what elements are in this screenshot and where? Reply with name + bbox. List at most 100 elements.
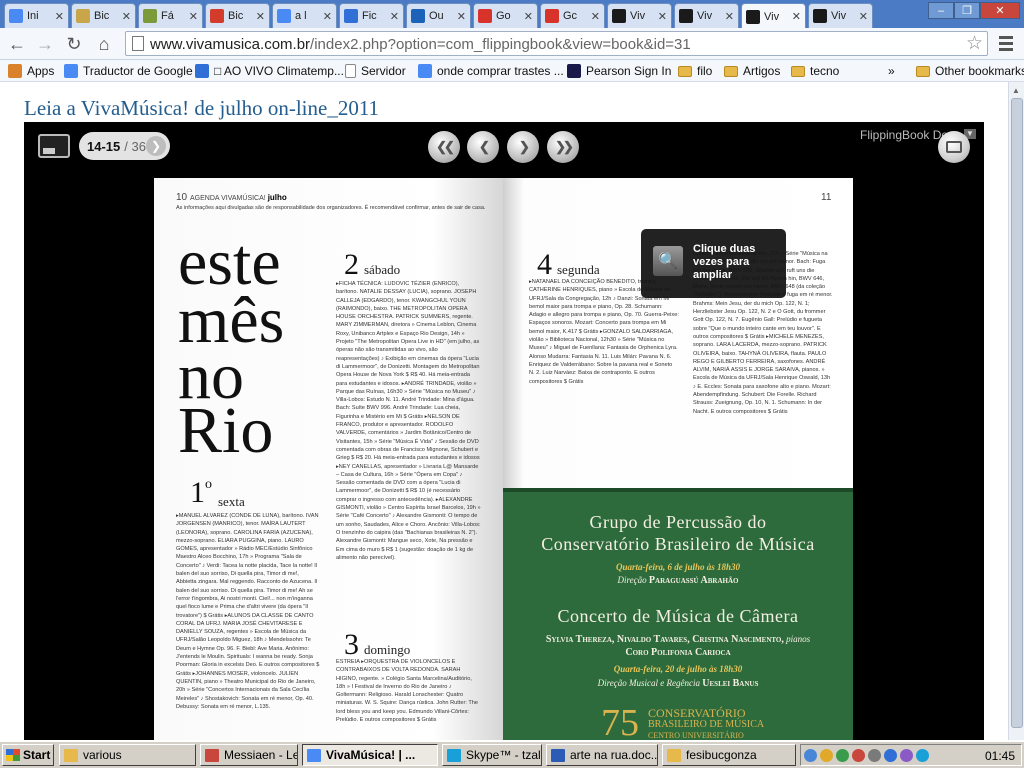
outlook-icon (411, 9, 425, 23)
reload-button[interactable]: ↻ (62, 32, 86, 56)
tab-11[interactable]: Viv ✕ (741, 3, 806, 29)
event-listing: ▸FICHA TÉCNICA: LUDOVIC TÉZIER (ENRICO),… (336, 281, 481, 561)
tab-close-icon[interactable]: ✕ (256, 10, 265, 23)
thumbnails-icon (43, 148, 55, 154)
tab-3[interactable]: Bic ✕ (205, 3, 270, 28)
puzzle-icon (143, 9, 157, 23)
tab-close-icon[interactable]: ✕ (725, 10, 734, 23)
ad-title: Conservatório Brasileiro de Música (541, 534, 815, 554)
tab-2[interactable]: Fá ✕ (138, 3, 203, 28)
update-icon[interactable] (836, 748, 849, 762)
tab-5[interactable]: Fic ✕ (339, 3, 404, 28)
tab-1[interactable]: Bic ✕ (71, 3, 136, 28)
tab-8[interactable]: Gc ✕ (540, 3, 605, 28)
home-button[interactable]: ⌂ (92, 32, 116, 56)
bookmark-6[interactable]: filo (678, 62, 712, 80)
taskbar-item-4[interactable]: arte na rua.doc... (546, 744, 658, 766)
last-page-button[interactable]: ❯❯ (547, 131, 579, 163)
magnifier-icon: 🔍 (653, 246, 683, 276)
first-page-button[interactable]: ❮❮ (428, 131, 460, 163)
tab-close-icon[interactable]: ✕ (189, 10, 198, 23)
close-icon: ✕ (995, 5, 1005, 17)
tab-10[interactable]: Viv ✕ (674, 3, 739, 28)
tab-close-icon[interactable]: ✕ (457, 10, 466, 23)
scrollbar-thumb[interactable] (1011, 98, 1023, 728)
bookmark-4[interactable]: onde comprar trastes ... (418, 62, 564, 80)
header-prefix: AGENDA VIVAMÚSICA! (190, 195, 266, 202)
tab-close-icon[interactable]: ✕ (323, 10, 332, 23)
tab-6[interactable]: Ou ✕ (406, 3, 471, 28)
shield-icon[interactable] (820, 748, 833, 762)
bluetooth-icon[interactable] (884, 748, 897, 762)
taskbar-item-5[interactable]: fesibucgonza (662, 744, 796, 766)
previous-page-button[interactable]: ❮ (467, 131, 499, 163)
minimize-button[interactable]: – (928, 2, 954, 19)
taskbar-item-label: arte na rua.doc... (570, 748, 658, 762)
bookmark-10[interactable]: Other bookmarks (916, 62, 1024, 80)
ad-choir: Coro Polifonia Carioca (503, 647, 853, 658)
printer-icon (946, 141, 962, 153)
bookmark-8[interactable]: tecno (791, 62, 839, 80)
tab-close-icon[interactable]: ✕ (658, 10, 667, 23)
page-counter[interactable]: 14-15 / 36 ❯ (79, 132, 170, 160)
taskbar-item-3[interactable]: Skype™ - tzalogon (442, 744, 542, 766)
tab-close-icon[interactable]: ✕ (390, 10, 399, 23)
book-page-left[interactable]: 10 AGENDA VIVAMÚSICA! julho As informaçõ… (154, 178, 503, 740)
bookmark-star-icon[interactable]: ☆ (966, 32, 983, 55)
tab-title: Fic (362, 10, 377, 22)
tab-0[interactable]: Ini ✕ (4, 3, 69, 28)
volume-icon[interactable] (868, 748, 881, 762)
url-text[interactable]: www.vivamusica.com.br/index2.php?option=… (150, 36, 691, 53)
bookmark-1[interactable]: Traductor de Google (64, 62, 193, 80)
flipbook-viewer[interactable]: 14-15 / 36 ❯ ❮❮ ❮ ❯ ❯❯ FlippingBook Dem … (24, 122, 984, 740)
page-scrollbar[interactable]: ▲ (1008, 82, 1024, 740)
restore-button[interactable]: ❐ (954, 2, 980, 19)
next-page-button[interactable]: ❯ (507, 131, 539, 163)
go-to-page-arrow-icon[interactable]: ❯ (146, 136, 166, 156)
print-button[interactable] (938, 131, 970, 163)
bookmark-2[interactable]: □ AO VIVO Climatemp... (195, 62, 344, 80)
bookmark-5[interactable]: Pearson Sign In (567, 62, 671, 80)
tab-7[interactable]: Go ✕ (473, 3, 538, 28)
skype-tray-icon[interactable] (916, 748, 929, 762)
network-icon[interactable] (804, 748, 817, 762)
bookmark-0[interactable]: Apps (8, 62, 54, 80)
start-button[interactable]: Start (2, 744, 54, 766)
taskbar-item-0[interactable]: various (59, 744, 196, 766)
tab-close-icon[interactable]: ✕ (55, 10, 64, 23)
bookmark-icon (210, 9, 224, 23)
tab-4[interactable]: a l ✕ (272, 3, 337, 28)
tab-title: Ou (429, 10, 444, 22)
zoom-hint-tooltip: 🔍 Clique duas vezes para ampliar (641, 229, 786, 298)
back-button[interactable]: ← (5, 32, 29, 56)
taskbar-item-1[interactable]: Messiaen - Les ... (200, 744, 298, 766)
double-chevron-left-icon: ❮❮ (436, 139, 455, 154)
messenger-icon[interactable] (900, 748, 913, 762)
bookmark-label: filo (697, 64, 713, 78)
bookmark-3[interactable]: Servidor (345, 62, 406, 80)
scroll-up-arrow-icon[interactable]: ▲ (1012, 86, 1020, 95)
bookmark-7[interactable]: Artigos (724, 62, 780, 80)
tab-strip: Ini ✕ Bic ✕ Fá ✕ Bic ✕ a l ✕ Fic ✕ Ou ✕ Go ✕ Gc ✕ Viv ✕ Viv ✕… (0, 0, 1024, 29)
tab-close-icon[interactable]: ✕ (792, 10, 801, 23)
tab-12[interactable]: Viv ✕ (808, 3, 873, 28)
taskbar-item-label: VivaMúsica! | ... (326, 748, 416, 762)
forward-button[interactable]: → (33, 32, 57, 56)
tab-close-icon[interactable]: ✕ (859, 10, 868, 23)
browser-menu-button[interactable] (996, 33, 1016, 55)
thumbnails-toggle-button[interactable] (38, 134, 70, 158)
ad-performers: Sylvia Thereza, Nivaldo Tavares, Cristin… (503, 634, 853, 645)
address-bar[interactable]: www.vivamusica.com.br/index2.php?option=… (125, 31, 988, 56)
tab-9[interactable]: Viv ✕ (607, 3, 672, 28)
taskbar-item-2[interactable]: VivaMúsica! | ... (302, 744, 438, 766)
google-icon (418, 64, 432, 78)
day-name: segunda (557, 262, 600, 277)
tab-close-icon[interactable]: ✕ (524, 10, 533, 23)
restore-icon: ❐ (962, 5, 972, 17)
antivirus-icon[interactable] (852, 748, 865, 762)
bookmark-9[interactable]: » (888, 62, 895, 80)
tab-close-icon[interactable]: ✕ (122, 10, 131, 23)
tab-close-icon[interactable]: ✕ (591, 10, 600, 23)
day-name: sábado (364, 262, 401, 277)
close-window-button[interactable]: ✕ (980, 2, 1020, 19)
